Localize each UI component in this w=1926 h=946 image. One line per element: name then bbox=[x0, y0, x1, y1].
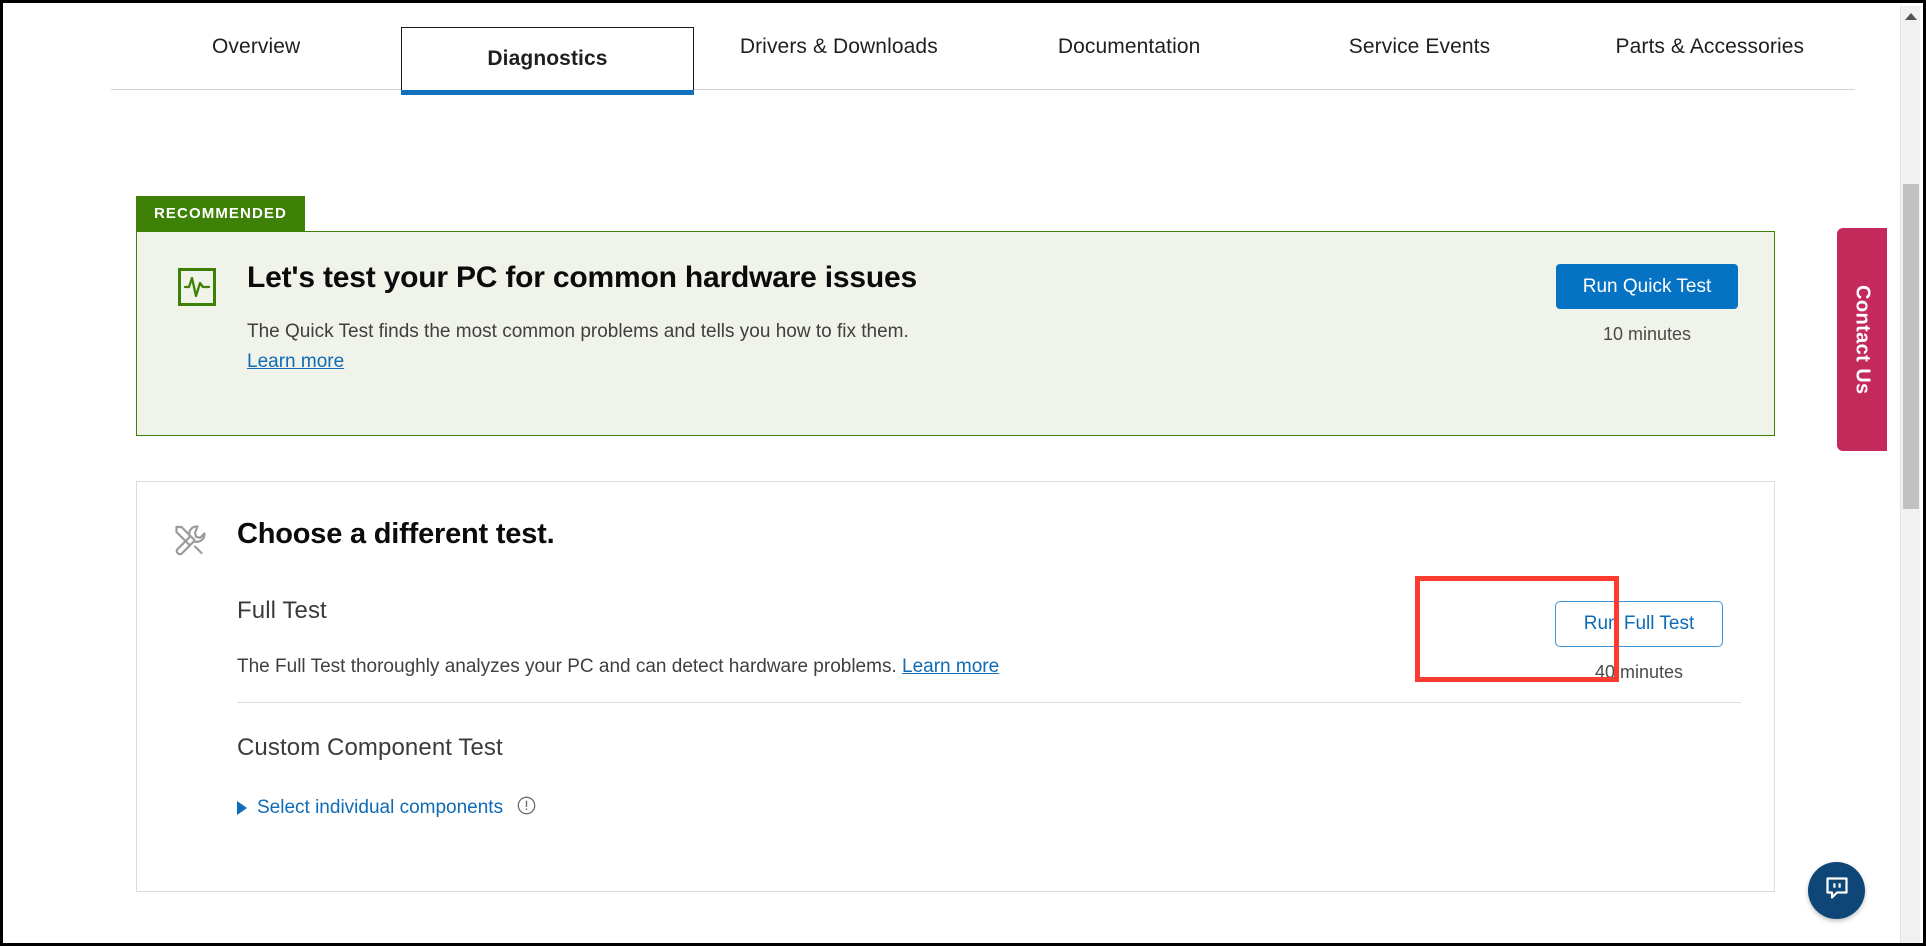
chat-bubble-icon bbox=[1822, 873, 1852, 908]
quick-test-description: The Quick Test finds the most common pro… bbox=[247, 320, 1444, 344]
tab-label: Diagnostics bbox=[487, 47, 607, 71]
full-test-description: The Full Test thoroughly analyzes your P… bbox=[237, 655, 1774, 679]
full-test-duration: 40 minutes bbox=[1555, 662, 1723, 683]
section-divider bbox=[237, 702, 1741, 703]
tab-label: Overview bbox=[212, 35, 300, 59]
full-test-action: Run Full Test 40 minutes bbox=[1555, 601, 1723, 683]
choose-different-test-card: Choose a different test. Full Test The F… bbox=[136, 481, 1775, 892]
scroll-up-arrow-icon[interactable] bbox=[1901, 6, 1921, 26]
recommended-badge: RECOMMENDED bbox=[136, 196, 305, 231]
vertical-scrollbar[interactable] bbox=[1900, 6, 1920, 946]
tab-diagnostics[interactable]: Diagnostics bbox=[401, 27, 693, 90]
quick-test-duration: 10 minutes bbox=[1556, 324, 1738, 345]
diagnostics-page: Overview Diagnostics Drivers & Downloads… bbox=[0, 0, 1926, 946]
scrollbar-thumb[interactable] bbox=[1903, 184, 1919, 509]
quick-test-title: Let's test your PC for common hardware i… bbox=[247, 260, 1444, 296]
tab-label: Documentation bbox=[1058, 35, 1201, 59]
quick-test-learn-more-link[interactable]: Learn more bbox=[247, 351, 344, 373]
tab-label: Parts & Accessories bbox=[1615, 35, 1804, 59]
primary-nav-tabs: Overview Diagnostics Drivers & Downloads… bbox=[3, 3, 1883, 91]
select-individual-components-row[interactable]: Select individual components bbox=[237, 796, 1774, 820]
chat-bubble-button[interactable] bbox=[1808, 862, 1865, 919]
tab-documentation[interactable]: Documentation bbox=[984, 3, 1274, 90]
run-quick-test-button[interactable]: Run Quick Test bbox=[1556, 264, 1738, 309]
quick-test-card: Let's test your PC for common hardware i… bbox=[136, 231, 1775, 436]
chevron-right-icon[interactable] bbox=[237, 801, 247, 815]
info-circle-icon[interactable] bbox=[517, 796, 536, 820]
tab-label: Service Events bbox=[1349, 35, 1490, 59]
recommended-section: RECOMMENDED Let's test your PC for commo… bbox=[136, 196, 1775, 436]
tab-parts-accessories[interactable]: Parts & Accessories bbox=[1565, 3, 1855, 90]
run-full-test-button[interactable]: Run Full Test bbox=[1555, 601, 1723, 647]
full-test-learn-more-link[interactable]: Learn more bbox=[902, 656, 999, 677]
full-test-row: Full Test The Full Test thoroughly analy… bbox=[237, 597, 1774, 679]
tab-drivers-downloads[interactable]: Drivers & Downloads bbox=[694, 3, 984, 90]
choose-different-test-title: Choose a different test. bbox=[237, 518, 554, 551]
tab-list: Overview Diagnostics Drivers & Downloads… bbox=[111, 3, 1855, 90]
select-individual-components-link[interactable]: Select individual components bbox=[257, 797, 503, 819]
custom-component-test-title: Custom Component Test bbox=[237, 734, 1774, 762]
tab-overview[interactable]: Overview bbox=[111, 3, 401, 90]
contact-us-label: Contact Us bbox=[1851, 285, 1874, 395]
tab-label: Drivers & Downloads bbox=[740, 35, 938, 59]
custom-component-test-row: Custom Component Test Select individual … bbox=[237, 734, 1774, 820]
full-test-description-text: The Full Test thoroughly analyzes your P… bbox=[237, 656, 897, 677]
contact-us-tab[interactable]: Contact Us bbox=[1837, 228, 1887, 451]
quick-test-action: Run Quick Test 10 minutes bbox=[1556, 264, 1738, 345]
full-test-title: Full Test bbox=[237, 597, 1774, 625]
tools-icon bbox=[168, 520, 210, 562]
quick-test-text: Let's test your PC for common hardware i… bbox=[247, 260, 1444, 373]
tab-service-events[interactable]: Service Events bbox=[1274, 3, 1564, 90]
pulse-monitor-icon bbox=[178, 268, 216, 306]
